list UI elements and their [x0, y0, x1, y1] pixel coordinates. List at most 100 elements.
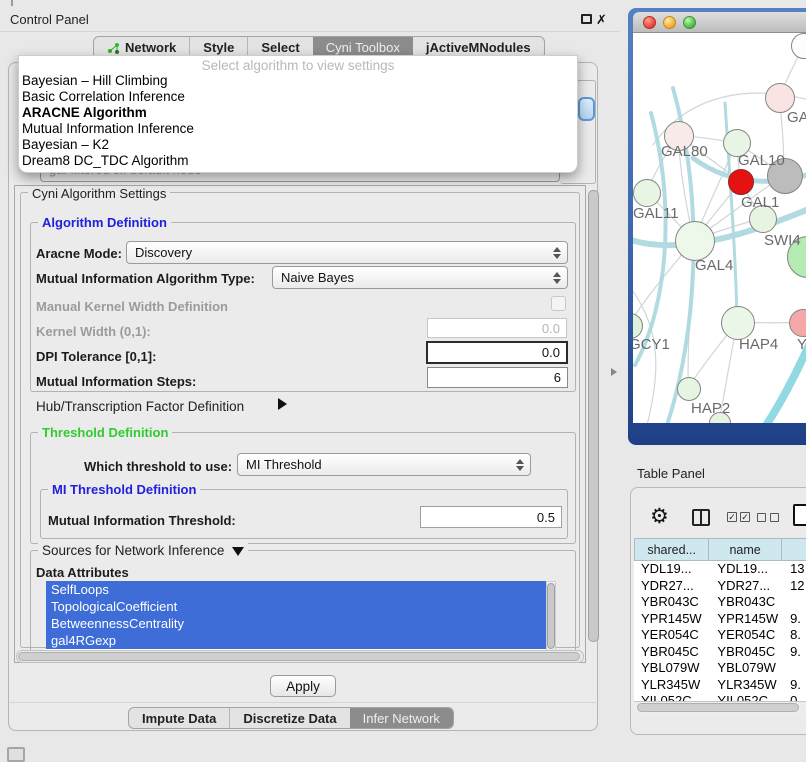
algorithm-option-bayesian-k2[interactable]: Bayesian – K2 [19, 137, 577, 153]
data-attributes-list[interactable]: SelfLoopsTopologicalCoefficientBetweenne… [46, 581, 546, 653]
algorithm-definition-title: Algorithm Definition [38, 215, 171, 230]
attribute-item-topologicalcoefficient[interactable]: TopologicalCoefficient [46, 598, 546, 615]
table-cell: YBR045C [708, 644, 781, 661]
close-icon[interactable]: ✗ [596, 13, 607, 26]
aracne-mode-value: Discovery [135, 245, 192, 260]
table-cell: YBR043C [708, 594, 781, 611]
mi-steps-label: Mutual Information Steps: [36, 374, 196, 389]
attribute-item-gal4rgexp[interactable]: gal4RGexp [46, 632, 546, 649]
mi-type-combo[interactable]: Naive Bayes [272, 266, 568, 289]
column-header-2[interactable] [781, 538, 806, 561]
table-cell: YDL19... [634, 561, 708, 578]
algorithm-option-basic-correlation-inference[interactable]: Basic Correlation Inference [19, 89, 577, 105]
node-gal4[interactable] [675, 221, 715, 261]
select-all-icon[interactable]: ✓ [727, 512, 737, 522]
attribute-item-betweennesscentrality[interactable]: BetweennessCentrality [46, 615, 546, 632]
stepper-icon [551, 242, 563, 263]
tab-impute-data[interactable]: Impute Data [129, 708, 229, 728]
algorithm-option-mutual-information-inference[interactable]: Mutual Information Inference [19, 121, 577, 137]
table-cell: 8. [781, 627, 806, 644]
apply-button[interactable]: Apply [270, 675, 336, 697]
table-row[interactable]: YER054CYER054C8. [634, 627, 806, 644]
attribute-item-selfloops[interactable]: SelfLoops [46, 581, 546, 598]
table-cell: YBR045C [634, 644, 708, 661]
split-columns-icon[interactable] [692, 509, 710, 526]
node-label-swi4: SWI4 [764, 232, 801, 249]
node-label-y: Y [797, 336, 806, 353]
table-hscroll-thumb[interactable] [637, 703, 799, 712]
mi-type-label: Mutual Information Algorithm Type: [36, 271, 255, 286]
node-label-gal80: GAL80 [661, 143, 708, 160]
zoom-traffic-light[interactable] [683, 16, 696, 29]
table-row[interactable]: YBR043CYBR043C [634, 594, 806, 611]
node-label-gal10: GAL10 [738, 152, 785, 169]
application-window: Control Panel ✗ NetworkStyleSelectCyni T… [0, 0, 806, 762]
table-body[interactable]: YDL19...YDL19...13YDR27...YDR27...12YBR0… [634, 561, 806, 701]
table-row[interactable]: YBL079WYBL079W [634, 660, 806, 677]
node-label-hap2: HAP2 [691, 400, 730, 417]
close-traffic-light[interactable] [643, 16, 656, 29]
manual-kernel-checkbox[interactable] [551, 296, 566, 311]
minimized-panel-icon[interactable] [7, 747, 25, 762]
table-cell [781, 660, 806, 677]
gear-icon[interactable]: ⚙ [650, 506, 669, 527]
column-header-name[interactable]: name [708, 538, 781, 561]
table-row[interactable]: YBR045CYBR045C9. [634, 644, 806, 661]
cyni-settings-group-title: Cyni Algorithm Settings [28, 186, 170, 201]
node-gal11[interactable] [633, 179, 661, 207]
algorithm-option-aracne-algorithm[interactable]: ARACNE Algorithm [19, 105, 577, 121]
tab-infer-network[interactable]: Infer Network [350, 708, 453, 728]
mi-steps-field[interactable] [427, 367, 568, 388]
table-row[interactable]: YLR345WYLR345W9. [634, 677, 806, 694]
expand-arrow-icon[interactable] [278, 398, 287, 410]
table-row[interactable]: YIL052CYIL052C0. [634, 693, 806, 701]
network-icon [107, 42, 120, 54]
algorithm-option-bayesian-hill-climbing[interactable]: Bayesian – Hill Climbing [19, 73, 577, 89]
table-row[interactable]: YDL19...YDL19...13 [634, 561, 806, 578]
dpi-tolerance-field[interactable] [426, 341, 568, 364]
attributes-scrollbar[interactable] [547, 583, 555, 649]
mi-threshold-field[interactable] [420, 506, 562, 528]
table-row[interactable]: YDR27...YDR27...12 [634, 578, 806, 595]
table-cell: 9. [781, 677, 806, 694]
table-cell: YER054C [634, 627, 708, 644]
network-view[interactable]: GALGAL80GAL10GAL1GAL11SWI4GAL4GCY1HAP4YH… [633, 33, 806, 423]
table-cell: 9. [781, 611, 806, 628]
deselect-all-icon[interactable] [757, 513, 766, 522]
node-red[interactable] [728, 169, 754, 195]
tab-label: Discretize Data [243, 708, 336, 729]
settings-vertical-scrollbar[interactable] [588, 190, 599, 642]
table-cell: YPR145W [634, 611, 708, 628]
function-doc-icon[interactable] [793, 504, 806, 526]
caret-tick [11, 0, 13, 6]
table-panel-title: Table Panel [637, 466, 705, 481]
splitter-arrow-icon[interactable] [611, 368, 617, 376]
deselect-all-icon[interactable] [770, 513, 779, 522]
table-cell: YDR27... [634, 578, 708, 595]
table-cell: YLR345W [634, 677, 708, 694]
kernel-width-field[interactable] [427, 318, 567, 338]
focused-stepper-button[interactable] [578, 97, 595, 121]
aracne-mode-combo[interactable]: Discovery [126, 241, 568, 264]
table-cell: YDL19... [708, 561, 781, 578]
hub-definition-label: Hub/Transcription Factor Definition [36, 399, 244, 414]
mi-threshold-label: Mutual Information Threshold: [48, 513, 236, 528]
algorithm-option-dream8-dc-tdc-algorithm[interactable]: Dream8 DC_TDC Algorithm [19, 153, 577, 169]
node-hap4[interactable] [721, 306, 755, 340]
bottom-tabbar: Impute Data Discretize Data Infer Network [128, 707, 454, 729]
tab-discretize-data[interactable]: Discretize Data [229, 708, 349, 728]
node-hap2[interactable] [677, 377, 701, 401]
table-cell: YPR145W [708, 611, 781, 628]
settings-hscroll-thumb[interactable] [18, 652, 580, 661]
float-icon[interactable] [581, 14, 592, 24]
divider [0, 31, 620, 32]
minimize-traffic-light[interactable] [663, 16, 676, 29]
which-threshold-value: MI Threshold [246, 457, 322, 472]
select-all-icon[interactable]: ✓ [740, 512, 750, 522]
collapse-arrow-icon[interactable] [232, 547, 244, 556]
column-header-shared[interactable]: shared... [634, 538, 708, 561]
table-cell: YBR043C [634, 594, 708, 611]
which-threshold-combo[interactable]: MI Threshold [237, 453, 531, 476]
table-row[interactable]: YPR145WYPR145W9. [634, 611, 806, 628]
network-window-titlebar[interactable] [633, 12, 806, 33]
